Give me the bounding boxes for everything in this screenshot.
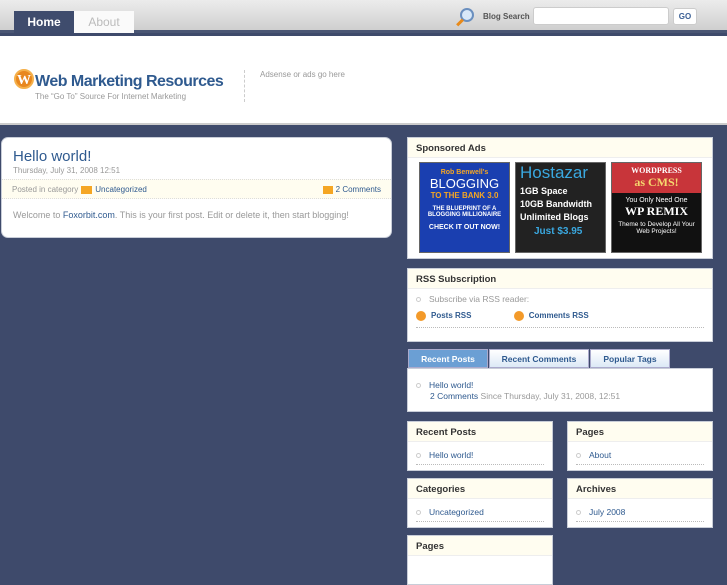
rss-subscribe-text: Subscribe via RSS reader: xyxy=(429,294,530,304)
rss-widget: RSS Subscription Subscribe via RSS reade… xyxy=(407,268,713,342)
nav-home[interactable]: Home xyxy=(14,11,74,33)
posted-in-label: Posted in category xyxy=(12,185,79,194)
widget-title: Archives xyxy=(568,479,712,499)
top-nav-bar: Home About Blog Search GO xyxy=(0,0,727,33)
comments-rss-link[interactable]: Comments RSS xyxy=(529,311,589,320)
header-divider xyxy=(244,70,245,102)
ad-text: WP REMIX xyxy=(625,204,688,218)
widget-title: RSS Subscription xyxy=(408,269,712,289)
recent-post-link[interactable]: Hello world! xyxy=(429,380,473,390)
ad-text: 10GB Bandwidth xyxy=(520,199,593,209)
widget-link[interactable]: Hello world! xyxy=(429,450,473,460)
bullet-icon xyxy=(416,297,421,303)
widget-link[interactable]: July 2008 xyxy=(589,507,625,517)
tab-recent-comments[interactable]: Recent Comments xyxy=(489,349,589,368)
widget-link[interactable]: About xyxy=(589,450,611,460)
tab-recent-posts[interactable]: Recent Posts xyxy=(408,349,488,368)
folder-icon xyxy=(81,185,93,194)
tab-popular-tags[interactable]: Popular Tags xyxy=(590,349,670,368)
site-tagline: The “Go To” Source For Internet Marketin… xyxy=(35,92,187,101)
search-icon xyxy=(460,8,474,22)
rss-icon xyxy=(513,311,524,321)
rss-icon xyxy=(416,311,426,321)
ad-text: You Only Need One xyxy=(625,197,688,204)
ad-text: Unlimited Blogs xyxy=(520,212,589,222)
comments-link[interactable]: 2 Comments xyxy=(336,185,381,194)
bullet-icon xyxy=(576,453,581,459)
search-input[interactable] xyxy=(533,7,669,25)
ad-text: as CMS! xyxy=(634,175,679,189)
ad-text: Hostazar xyxy=(520,163,589,182)
foxorbit-link[interactable]: Foxorbit.com xyxy=(63,210,115,220)
pages-widget-2: Pages xyxy=(407,535,553,585)
pages-widget: Pages About xyxy=(567,421,713,471)
widget-title: Pages xyxy=(408,536,552,556)
ad-wp-remix[interactable]: WORDPRESS as CMS! You Only Need One WP R… xyxy=(611,162,702,253)
ad-text: TO THE BANK 3.0 xyxy=(430,191,499,200)
recent-post-comments-link[interactable]: 2 Comments xyxy=(430,391,478,401)
ad-text: WORDPRESS xyxy=(631,166,682,175)
recent-posts-widget: Recent Posts Hello world! xyxy=(407,421,553,471)
search-label: Blog Search xyxy=(483,12,530,21)
ad-text: Just $3.95 xyxy=(534,226,583,237)
ad-hostazar[interactable]: Hostazar 1GB Space 10GB Bandwidth Unlimi… xyxy=(515,162,606,253)
post-date: Thursday, July 31, 2008 12:51 xyxy=(13,166,121,175)
tab-content: Hello world! 2 Comments Since Thursday, … xyxy=(407,368,713,412)
widget-link[interactable]: Uncategorized xyxy=(429,507,484,517)
ad-text: Theme to Develop All Your Web Projects! xyxy=(618,221,695,235)
posts-rss-link[interactable]: Posts RSS xyxy=(431,311,471,320)
nav-about[interactable]: About xyxy=(74,11,134,33)
ad-text: CHECK IT OUT NOW! xyxy=(428,224,501,231)
post-meta: Posted in category Uncategorized 2 Commen… xyxy=(2,179,391,199)
post-title[interactable]: Hello world! xyxy=(13,148,91,165)
categories-widget: Categories Uncategorized xyxy=(407,478,553,528)
post-body: Welcome to Foxorbit.com. This is your fi… xyxy=(13,210,349,220)
archives-widget: Archives July 2008 xyxy=(567,478,713,528)
sponsored-ads-widget: Sponsored Ads Rob Benwell's BLOGGING TO … xyxy=(407,137,713,259)
recent-post-date: Since Thursday, July 31, 2008, 12:51 xyxy=(478,391,621,401)
ad-text: Rob Benwell's xyxy=(440,169,489,176)
search-go-button[interactable]: GO xyxy=(673,8,697,25)
widget-title: Pages xyxy=(568,422,712,442)
category-link[interactable]: Uncategorized xyxy=(95,185,147,194)
bullet-icon xyxy=(416,453,421,459)
ad-blogging-to-the-bank[interactable]: Rob Benwell's BLOGGING TO THE BANK 3.0 T… xyxy=(419,162,510,253)
ad-text: 1GB Space xyxy=(520,186,568,196)
bullet-icon xyxy=(576,510,581,516)
bullet-icon xyxy=(416,510,421,516)
widget-title: Recent Posts xyxy=(408,422,552,442)
post-text: Welcome to xyxy=(13,210,63,220)
site-title[interactable]: Web Marketing Resources xyxy=(35,73,224,91)
ad-text: THE BLUEPRINT OF A BLOGGING MILLIONAIRE xyxy=(427,206,502,218)
post: Hello world! Thursday, July 31, 2008 12:… xyxy=(1,137,392,238)
post-text-rest: . This is your first post. Edit or delet… xyxy=(114,210,349,220)
bullet-icon xyxy=(416,383,421,389)
wordpress-logo-icon: W xyxy=(14,69,34,89)
ad-text: BLOGGING xyxy=(429,176,500,191)
ad-placeholder: Adsense or ads go here xyxy=(260,70,345,79)
widget-title: Categories xyxy=(408,479,552,499)
comment-icon xyxy=(322,185,333,194)
widget-title: Sponsored Ads xyxy=(408,138,712,158)
